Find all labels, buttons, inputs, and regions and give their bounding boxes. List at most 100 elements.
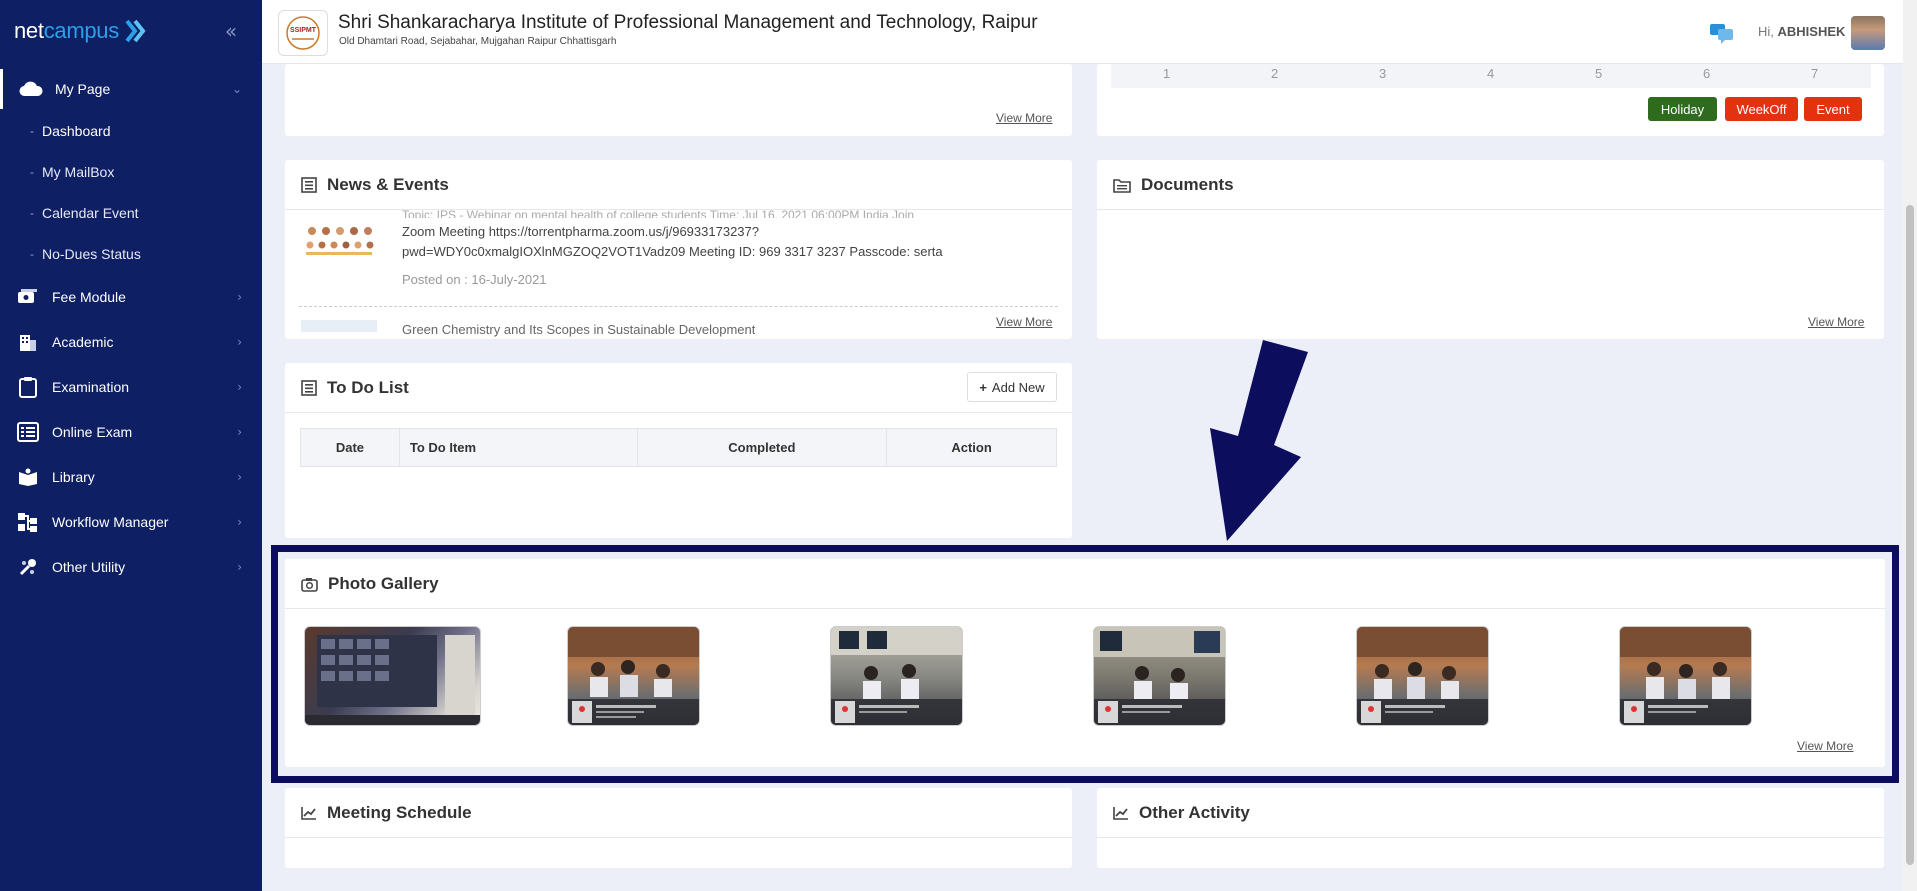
gallery-photo[interactable] [1093, 626, 1226, 726]
chart-line-icon [1113, 806, 1129, 820]
chevron-right-icon: › [237, 560, 242, 574]
gallery-photo[interactable] [567, 626, 700, 726]
holiday-badge: Holiday [1648, 97, 1717, 121]
submenu-dashboard[interactable]: - Dashboard [30, 123, 111, 139]
chevron-right-icon: › [237, 470, 242, 484]
divider [285, 412, 1072, 413]
user-greeting[interactable]: Hi, ABHISHEK [1758, 24, 1845, 39]
submenu-my-mailbox[interactable]: - My MailBox [30, 164, 114, 180]
sidebar-item-academic[interactable]: Academic › [0, 322, 262, 362]
sidebar-item-label: Examination [52, 379, 130, 395]
view-more-link[interactable]: View More [1808, 315, 1864, 329]
divider [299, 306, 1058, 307]
calendar-day[interactable]: 5 [1595, 66, 1602, 81]
sidebar-item-label: Online Exam [52, 424, 133, 440]
money-icon [14, 288, 42, 306]
add-new-button[interactable]: + Add New [967, 372, 1057, 402]
chevron-down-icon: ⌄ [231, 82, 242, 96]
sidebar-item-library[interactable]: Library › [0, 457, 262, 497]
top-left-card: View More [285, 64, 1072, 136]
folder-icon [1113, 178, 1131, 193]
calendar-day[interactable]: 3 [1379, 66, 1386, 81]
sidebar-item-label: Workflow Manager [52, 514, 169, 530]
divider [285, 837, 1072, 838]
event-badge: Event [1804, 97, 1862, 121]
news-events-title: News & Events [301, 175, 449, 195]
chart-line-icon [301, 806, 317, 820]
calendar-day[interactable]: 6 [1703, 66, 1710, 81]
sidebar-item-label: My Page [55, 81, 111, 97]
chat-icon[interactable] [1709, 22, 1735, 48]
gallery-photo[interactable] [830, 626, 963, 726]
documents-title: Documents [1113, 175, 1234, 195]
news-item-title[interactable]: Green Chemistry and Its Scopes in Sustai… [402, 320, 755, 337]
weekoff-badge: WeekOff [1725, 97, 1798, 121]
submenu-calendar-event[interactable]: - Calendar Event [30, 205, 139, 221]
news-item-text: pwd=WDY0c0xmalgIOXlnMGZOQ2VOT1Vadz09 Mee… [402, 244, 943, 259]
institute-logo: SSIPMT [278, 10, 328, 56]
news-posted-date: Posted on : 16-July-2021 [402, 272, 547, 287]
annotation-arrow [1210, 340, 1308, 541]
chevron-right-icon: › [237, 335, 242, 349]
news-events-card: News & Events Topic: IPS - Webinar on me… [285, 160, 1072, 339]
sidebar-item-label: Other Utility [52, 559, 126, 575]
tools-icon [14, 557, 42, 577]
institute-address: Old Dhamtari Road, Sejabahar, Mujgahan R… [339, 36, 617, 47]
documents-card: Documents View More [1097, 160, 1884, 339]
institute-name: Shri Shankaracharya Institute of Profess… [338, 12, 1038, 33]
todo-table: Date To Do Item Completed Action [300, 428, 1057, 467]
book-icon [14, 468, 42, 486]
avatar[interactable] [1851, 16, 1885, 50]
gallery-photo[interactable] [1619, 626, 1752, 726]
chevron-right-icon: › [237, 380, 242, 394]
sidebar-item-other-utility[interactable]: Other Utility › [0, 547, 262, 587]
submenu-no-dues-status[interactable]: - No-Dues Status [30, 246, 141, 262]
scrollbar-thumb[interactable] [1906, 205, 1914, 865]
sidebar-item-workflow-manager[interactable]: Workflow Manager › [0, 502, 262, 542]
sidebar-item-examination[interactable]: Examination › [0, 367, 262, 407]
view-more-link[interactable]: View More [996, 315, 1052, 329]
sidebar: netcampus « My Page ⌄ - Dashboard - My Mai… [0, 0, 262, 891]
sidebar-item-fee-module[interactable]: Fee Module › [0, 277, 262, 317]
calendar-day[interactable]: 2 [1271, 66, 1278, 81]
divider [1097, 837, 1884, 838]
sidebar-item-my-page[interactable]: My Page ⌄ [0, 69, 262, 109]
logo-text: netcampus [14, 18, 119, 43]
sidebar-item-label: Library [52, 469, 95, 485]
calendar-day[interactable]: 4 [1487, 66, 1494, 81]
news-item-text[interactable]: Zoom Meeting https://torrentpharma.zoom.… [402, 222, 759, 241]
column-header-date[interactable]: Date [300, 428, 400, 467]
other-activity-title: Other Activity [1113, 803, 1250, 823]
chevron-right-icon: › [237, 425, 242, 439]
column-header-completed[interactable]: Completed [636, 428, 888, 467]
column-header-action[interactable]: Action [886, 428, 1057, 467]
calendar-day[interactable]: 1 [1163, 66, 1170, 81]
chevron-right-icon: › [237, 290, 242, 304]
gallery-photo[interactable] [304, 626, 481, 726]
meeting-schedule-title: Meeting Schedule [301, 803, 472, 823]
cloud-icon [17, 81, 45, 97]
meeting-schedule-card: Meeting Schedule [285, 788, 1072, 868]
gallery-photo[interactable] [1356, 626, 1489, 726]
column-header-todo-item[interactable]: To Do Item [398, 428, 638, 467]
sidebar-item-label: Fee Module [52, 289, 126, 305]
news-item-text: Topic: IPS - Webinar on mental health of… [402, 208, 915, 218]
netcampus-logo[interactable]: netcampus [14, 16, 149, 46]
collapse-sidebar-icon[interactable]: « [220, 20, 242, 42]
clipboard-icon [14, 376, 42, 398]
news-thumbnail[interactable] [301, 218, 377, 258]
news-thumbnail[interactable] [301, 320, 377, 332]
todo-title: To Do List [301, 378, 409, 398]
building-icon [14, 332, 42, 352]
calendar-day[interactable]: 7 [1811, 66, 1818, 81]
divider [1097, 209, 1884, 210]
logo-arrows-icon [125, 19, 146, 43]
svg-text:SSIPMT: SSIPMT [290, 27, 317, 34]
other-activity-card: Other Activity [1097, 788, 1884, 868]
chevron-right-icon: › [237, 515, 242, 529]
sidebar-item-label: Academic [52, 334, 114, 350]
sidebar-item-online-exam[interactable]: Online Exam › [0, 412, 262, 452]
list-icon [301, 380, 317, 396]
view-more-link[interactable]: View More [996, 111, 1052, 125]
plus-icon: + [979, 379, 987, 395]
